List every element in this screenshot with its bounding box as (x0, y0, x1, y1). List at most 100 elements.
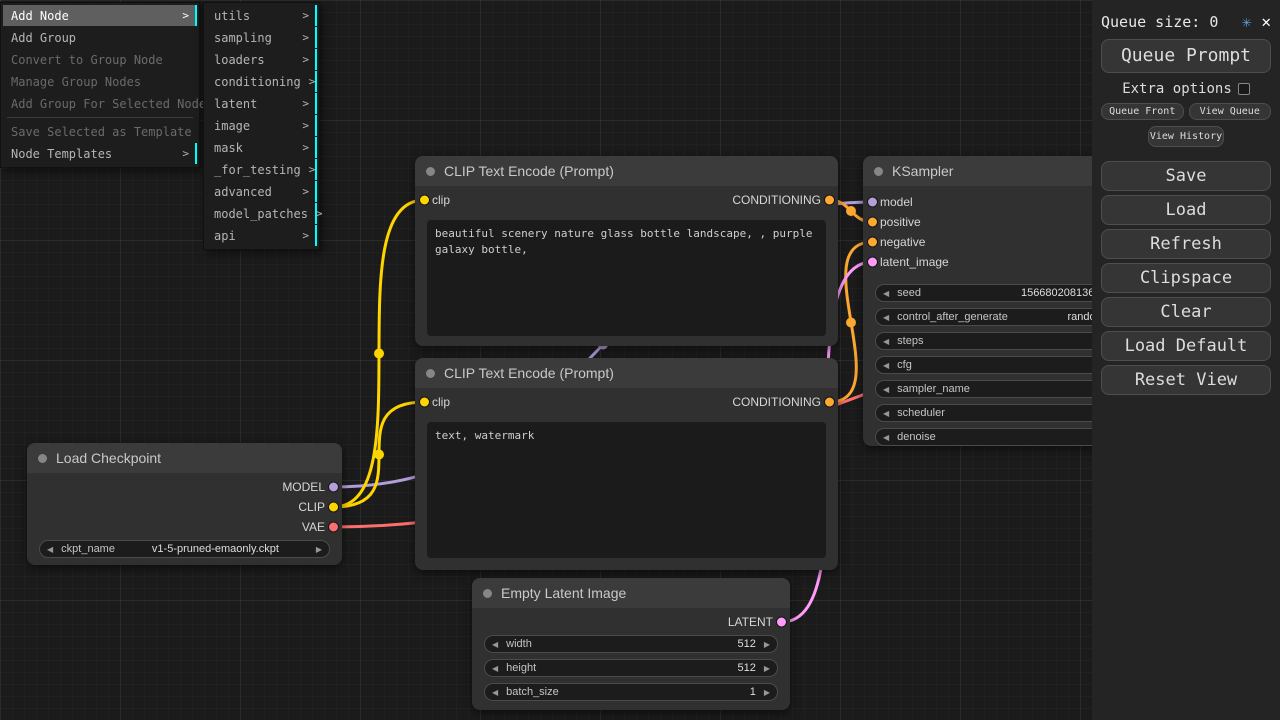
widget-label: sampler_name (897, 383, 970, 395)
submenu-item-for-testing[interactable]: _for_testing > (206, 159, 317, 180)
submenu-item-api[interactable]: api > (206, 225, 317, 246)
queue-front-button[interactable]: Queue Front (1101, 103, 1184, 120)
input-port-positive[interactable] (868, 218, 877, 227)
widget-label: width (506, 638, 532, 650)
input-port-latent-image[interactable] (868, 258, 877, 267)
menu-item-label: Add Node (11, 9, 69, 23)
submenu-arrow-icon: > (294, 9, 309, 22)
menu-item-add-group[interactable]: Add Group (3, 27, 197, 48)
prompt-textarea[interactable]: beautiful scenery nature glass bottle la… (427, 220, 826, 336)
output-port-latent[interactable] (777, 618, 786, 627)
submenu-item-model-patches[interactable]: model_patches > (206, 203, 317, 224)
decrement-arrow-icon[interactable]: ◀ (883, 409, 889, 418)
node-title-bar[interactable]: CLIP Text Encode (Prompt) (415, 358, 838, 388)
collapse-dot[interactable] (38, 454, 47, 463)
submenu-arrow-icon: > (174, 9, 189, 22)
submenu-item-mask[interactable]: mask > (206, 137, 317, 158)
widget-value: 512 (737, 662, 755, 674)
refresh-button[interactable]: Refresh (1101, 229, 1271, 259)
decrement-arrow-icon[interactable]: ◀ (883, 337, 889, 346)
input-label: latent_image (880, 255, 949, 269)
widget-label: control_after_generate (897, 311, 1008, 323)
view-queue-button[interactable]: View Queue (1189, 103, 1272, 120)
node-empty-latent-image[interactable]: Empty Latent Image LATENT ◀ width 512 ▶ … (472, 578, 790, 710)
widget-width[interactable]: ◀ width 512 ▶ (484, 635, 778, 653)
node-title: CLIP Text Encode (Prompt) (444, 365, 614, 381)
submenu-item-loaders[interactable]: loaders > (206, 49, 317, 70)
submenu-arrow-icon: > (294, 53, 309, 66)
queue-prompt-button[interactable]: Queue Prompt (1101, 39, 1271, 73)
extra-options-checkbox[interactable] (1238, 83, 1250, 95)
node-clip-text-encode-2[interactable]: CLIP Text Encode (Prompt) clip CONDITION… (415, 358, 838, 570)
clear-button[interactable]: Clear (1101, 297, 1271, 327)
widget-height[interactable]: ◀ height 512 ▶ (484, 659, 778, 677)
reset-view-button[interactable]: Reset View (1101, 365, 1271, 395)
decrement-arrow-icon[interactable]: ◀ (883, 385, 889, 394)
decrement-arrow-icon[interactable]: ◀ (883, 289, 889, 298)
input-port-clip[interactable] (420, 196, 429, 205)
menu-item-label: loaders (214, 53, 265, 67)
decrement-arrow-icon[interactable]: ◀ (883, 313, 889, 322)
node-title: CLIP Text Encode (Prompt) (444, 163, 614, 179)
submenu-item-sampling[interactable]: sampling > (206, 27, 317, 48)
output-port-clip[interactable] (329, 503, 338, 512)
submenu-item-image[interactable]: image > (206, 115, 317, 136)
decrement-arrow-icon[interactable]: ◀ (492, 664, 498, 673)
output-port-vae[interactable] (329, 523, 338, 532)
output-port-conditioning[interactable] (825, 196, 834, 205)
view-history-button[interactable]: View History (1148, 126, 1224, 147)
menu-item-manage-group-nodes: Manage Group Nodes (3, 71, 197, 92)
node-title-bar[interactable]: Load Checkpoint (27, 443, 342, 473)
submenu-item-conditioning[interactable]: conditioning > (206, 71, 317, 92)
widget-batch-size[interactable]: ◀ batch_size 1 ▶ (484, 683, 778, 701)
context-menu: Add Node > Add Group Convert to Group No… (0, 2, 200, 168)
menu-item-convert-to-group-node: Convert to Group Node (3, 49, 197, 70)
submenu-arrow-icon: > (301, 75, 316, 88)
collapse-dot[interactable] (426, 167, 435, 176)
load-button[interactable]: Load (1101, 195, 1271, 225)
decrement-arrow-icon[interactable]: ◀ (492, 688, 498, 697)
menu-item-label: Add Group For Selected Nodes (11, 97, 213, 111)
prompt-textarea[interactable]: text, watermark (427, 422, 826, 558)
node-title-bar[interactable]: Empty Latent Image (472, 578, 790, 608)
collapse-dot[interactable] (874, 167, 883, 176)
collapse-dot[interactable] (483, 589, 492, 598)
decrement-arrow-icon[interactable]: ◀ (883, 433, 889, 442)
input-port-clip[interactable] (420, 398, 429, 407)
menu-item-add-group-for-selected: Add Group For Selected Nodes (3, 93, 197, 114)
submenu-item-advanced[interactable]: advanced > (206, 181, 317, 202)
decrement-arrow-icon[interactable]: ◀ (883, 361, 889, 370)
output-label: CONDITIONING (732, 193, 821, 207)
input-label: clip (432, 193, 450, 207)
menu-item-node-templates[interactable]: Node Templates > (3, 143, 197, 164)
menu-item-label: Save Selected as Template (11, 125, 192, 139)
next-option-arrow-icon[interactable]: ▶ (316, 545, 322, 554)
menu-item-add-node[interactable]: Add Node > (3, 5, 197, 26)
submenu-item-latent[interactable]: latent > (206, 93, 317, 114)
output-port-conditioning[interactable] (825, 398, 834, 407)
increment-arrow-icon[interactable]: ▶ (764, 664, 770, 673)
settings-gear-icon[interactable]: ✳ (1242, 12, 1252, 31)
input-port-model[interactable] (868, 198, 877, 207)
clipspace-button[interactable]: Clipspace (1101, 263, 1271, 293)
submenu-item-utils[interactable]: utils > (206, 5, 317, 26)
node-clip-text-encode-1[interactable]: CLIP Text Encode (Prompt) clip CONDITION… (415, 156, 838, 346)
increment-arrow-icon[interactable]: ▶ (764, 640, 770, 649)
submenu-arrow-icon: > (294, 97, 309, 110)
close-icon[interactable]: ✕ (1261, 12, 1271, 31)
submenu-arrow-icon: > (174, 147, 189, 160)
output-port-model[interactable] (329, 483, 338, 492)
save-button[interactable]: Save (1101, 161, 1271, 191)
input-port-negative[interactable] (868, 238, 877, 247)
widget-label: cfg (897, 359, 912, 371)
prev-option-arrow-icon[interactable]: ◀ (47, 545, 53, 554)
node-title-bar[interactable]: CLIP Text Encode (Prompt) (415, 156, 838, 186)
widget-ckpt-name[interactable]: ◀ ckpt_name v1-5-pruned-emaonly.ckpt ▶ (39, 540, 330, 558)
collapse-dot[interactable] (426, 369, 435, 378)
submenu-arrow-icon: > (294, 119, 309, 132)
node-load-checkpoint[interactable]: Load Checkpoint MODEL CLIP VAE ◀ ckpt_na… (27, 443, 342, 565)
increment-arrow-icon[interactable]: ▶ (764, 688, 770, 697)
widget-label: batch_size (506, 686, 559, 698)
decrement-arrow-icon[interactable]: ◀ (492, 640, 498, 649)
load-default-button[interactable]: Load Default (1101, 331, 1271, 361)
